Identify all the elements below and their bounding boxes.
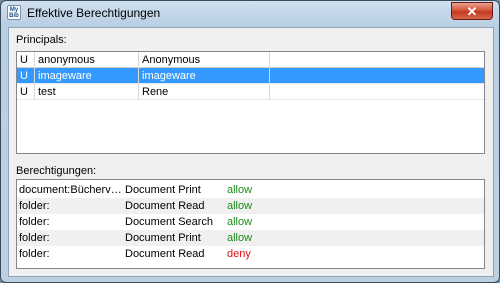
permission-result: allow — [227, 232, 253, 244]
permissions-list[interactable]: document:Bücherver... Document Print all… — [16, 179, 485, 269]
permission-object: folder: — [19, 216, 50, 228]
permission-row[interactable]: folder: Document Read deny — [17, 246, 484, 262]
dialog-content: Principals: U anonymous Anonymous U imag… — [8, 27, 494, 277]
permission-result: allow — [227, 216, 253, 228]
permission-action: Document Read — [125, 200, 205, 212]
column-header-type[interactable]: U — [17, 52, 35, 68]
permission-row[interactable]: folder: Document Print allow — [17, 230, 484, 246]
principal-row[interactable]: U test Rene — [17, 84, 484, 100]
permission-action: Document Print — [125, 184, 201, 196]
permission-action: Document Read — [125, 248, 205, 260]
window-title: Effektive Berechtigungen — [27, 6, 161, 20]
permission-action: Document Search — [125, 216, 214, 228]
permission-object: folder: — [19, 200, 50, 212]
permission-object: document:Bücherver... — [19, 184, 123, 196]
permission-action: Document Print — [125, 232, 201, 244]
column-header-display[interactable]: Anonymous — [139, 52, 270, 68]
app-icon: My Bib — [7, 5, 21, 20]
permission-row[interactable]: document:Bücherver... Document Print all… — [17, 182, 484, 198]
principal-row[interactable]: U imageware imageware — [17, 68, 484, 84]
app-icon-text-bottom: Bib — [9, 13, 19, 19]
permission-object: folder: — [19, 248, 50, 260]
close-button[interactable]: ✕ — [451, 2, 493, 20]
principal-name: test — [35, 84, 139, 100]
principals-header-row[interactable]: U anonymous Anonymous — [17, 52, 484, 68]
permission-row[interactable]: folder: Document Search allow — [17, 214, 484, 230]
title-bar[interactable]: My Bib Effektive Berechtigungen ✕ — [1, 1, 499, 25]
principal-type: U — [17, 68, 35, 84]
dialog-window: My Bib Effektive Berechtigungen ✕ Princi… — [0, 0, 500, 283]
principal-name: imageware — [35, 68, 139, 84]
principal-display: imageware — [139, 68, 270, 84]
permission-result: deny — [227, 248, 251, 260]
permission-row[interactable]: folder: Document Read allow — [17, 198, 484, 214]
permission-result: allow — [227, 200, 253, 212]
permission-result: allow — [227, 184, 253, 196]
close-icon: ✕ — [466, 4, 478, 19]
principals-label: Principals: — [16, 34, 67, 46]
principal-display: Rene — [139, 84, 270, 100]
column-header-name[interactable]: anonymous — [35, 52, 139, 68]
permissions-label: Berechtigungen: — [16, 165, 97, 177]
principal-type: U — [17, 84, 35, 100]
principals-list[interactable]: U anonymous Anonymous U imageware imagew… — [16, 51, 485, 154]
permission-object: folder: — [19, 232, 50, 244]
